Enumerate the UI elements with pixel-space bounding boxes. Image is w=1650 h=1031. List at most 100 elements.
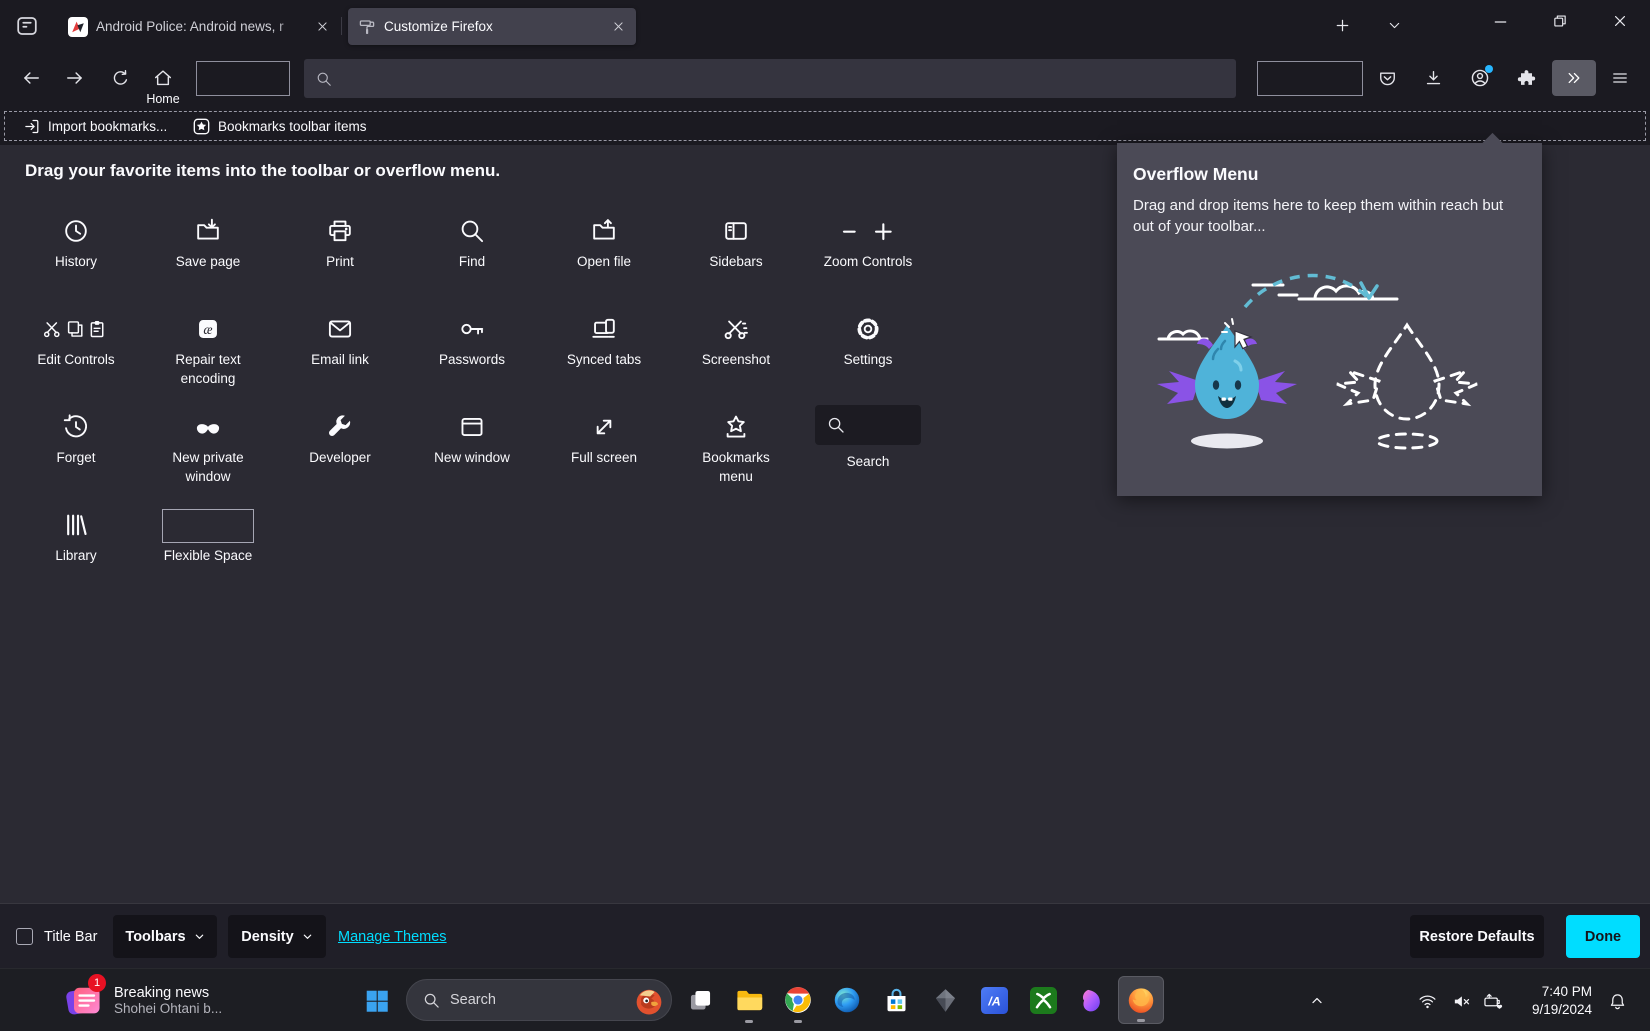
tray-time: 7:40 PM bbox=[1512, 983, 1592, 1001]
tab-bar: Android Police: Android news, r Customiz… bbox=[0, 0, 1650, 52]
tab-close-icon[interactable] bbox=[608, 17, 628, 37]
taskbar-app-edge[interactable] bbox=[824, 976, 870, 1024]
tray-chevron-button[interactable] bbox=[1300, 985, 1334, 1017]
customize-item-full-screen[interactable]: Full screen bbox=[538, 401, 670, 499]
customize-item-new-private-window[interactable]: New private window bbox=[142, 401, 274, 499]
customize-item-email-link[interactable]: Email link bbox=[274, 303, 406, 401]
done-button[interactable]: Done bbox=[1566, 915, 1640, 958]
taskbar-app-task-view[interactable] bbox=[677, 976, 723, 1024]
customize-item-bookmarks-menu[interactable]: Bookmarks menu bbox=[670, 401, 802, 499]
customize-item-label: Developer bbox=[309, 449, 371, 468]
import-bookmarks-label: Import bookmarks... bbox=[48, 119, 167, 134]
search-box[interactable] bbox=[815, 405, 921, 445]
customize-item-sidebars[interactable]: Sidebars bbox=[670, 205, 802, 303]
manage-themes-link[interactable]: Manage Themes bbox=[338, 929, 447, 945]
title-bar-checkbox[interactable] bbox=[16, 928, 33, 945]
pocket-button[interactable] bbox=[1369, 60, 1405, 96]
taskbar-app-firefox[interactable] bbox=[1118, 976, 1164, 1024]
firefox-view-button[interactable] bbox=[10, 10, 44, 42]
download-icon bbox=[1424, 69, 1443, 88]
bookmarks-toolbar-items-button[interactable]: Bookmarks toolbar items bbox=[186, 114, 373, 138]
home-button[interactable] bbox=[145, 60, 181, 96]
restore-icon bbox=[1552, 13, 1568, 29]
customize-item-edit-controls[interactable]: Edit Controls bbox=[10, 303, 142, 401]
news-widget-icon: 1 bbox=[64, 980, 104, 1020]
customize-item-search[interactable]: Search bbox=[802, 401, 934, 499]
tab-customize-firefox[interactable]: Customize Firefox bbox=[348, 8, 636, 45]
account-button[interactable] bbox=[1462, 60, 1498, 96]
new-tab-button[interactable] bbox=[1322, 8, 1362, 42]
flexible-space[interactable] bbox=[1257, 61, 1363, 96]
customize-item-find[interactable]: Find bbox=[406, 205, 538, 303]
tray-volume-muted-button[interactable] bbox=[1444, 985, 1478, 1017]
forward-button[interactable] bbox=[57, 60, 93, 96]
tab-title: Customize Firefox bbox=[384, 19, 600, 34]
downloads-button[interactable] bbox=[1415, 60, 1451, 96]
customize-item-developer[interactable]: Developer bbox=[274, 401, 406, 499]
search-icon bbox=[827, 416, 845, 434]
back-button[interactable] bbox=[13, 60, 49, 96]
tray-notifications-button[interactable] bbox=[1600, 985, 1634, 1017]
extensions-button[interactable] bbox=[1508, 60, 1544, 96]
customize-item-save-page[interactable]: Save page bbox=[142, 205, 274, 303]
customize-item-zoom-controls[interactable]: Zoom Controls bbox=[802, 205, 934, 303]
tray-battery-saver-button[interactable] bbox=[1476, 985, 1510, 1017]
widgets-button[interactable]: 1 Breaking news Shohei Ohtani b... bbox=[58, 979, 228, 1021]
library-icon bbox=[63, 507, 89, 543]
customize-item-library[interactable]: Library bbox=[10, 499, 142, 597]
open-file-icon bbox=[591, 213, 617, 249]
customize-items-grid: HistorySave pagePrintFindOpen fileSideba… bbox=[10, 205, 934, 597]
taskbar-app-microsoft-store[interactable] bbox=[873, 976, 919, 1024]
tab-android-police[interactable]: Android Police: Android news, r bbox=[58, 8, 340, 45]
tab-close-icon[interactable] bbox=[312, 17, 332, 37]
close-icon bbox=[1612, 13, 1628, 29]
customize-item-label: Zoom Controls bbox=[824, 253, 913, 272]
list-all-tabs-button[interactable] bbox=[1374, 8, 1414, 42]
tray-clock[interactable]: 7:40 PM 9/19/2024 bbox=[1506, 982, 1598, 1020]
taskbar-app-chrome[interactable] bbox=[775, 976, 821, 1024]
tray-network-button[interactable] bbox=[1410, 985, 1444, 1017]
windows-logo-icon bbox=[364, 988, 390, 1014]
customize-item-forget[interactable]: Forget bbox=[10, 401, 142, 499]
customize-item-settings[interactable]: Settings bbox=[802, 303, 934, 401]
taskbar-app-file-explorer[interactable] bbox=[726, 976, 772, 1024]
address-bar[interactable] bbox=[304, 59, 1236, 98]
customize-item-history[interactable]: History bbox=[10, 205, 142, 303]
passwords-icon bbox=[459, 311, 485, 347]
customize-item-repair-text-encoding[interactable]: æRepair text encoding bbox=[142, 303, 274, 401]
customize-item-screenshot[interactable]: Screenshot bbox=[670, 303, 802, 401]
customize-item-new-window[interactable]: New window bbox=[406, 401, 538, 499]
overflow-menu-button[interactable] bbox=[1552, 60, 1596, 96]
flexible-space[interactable] bbox=[196, 61, 290, 96]
customize-item-synced-tabs[interactable]: Synced tabs bbox=[538, 303, 670, 401]
customize-item-open-file[interactable]: Open file bbox=[538, 205, 670, 303]
developer-icon bbox=[327, 409, 353, 445]
chevron-up-icon bbox=[1309, 993, 1325, 1009]
hamburger-menu-icon bbox=[1611, 69, 1629, 87]
volume-muted-icon bbox=[1452, 992, 1471, 1011]
toolbars-dropdown[interactable]: Toolbars bbox=[113, 915, 217, 958]
window-restore-button[interactable] bbox=[1537, 0, 1583, 42]
customize-item-print[interactable]: Print bbox=[274, 205, 406, 303]
puzzle-icon bbox=[1517, 69, 1536, 88]
window-minimize-button[interactable] bbox=[1477, 0, 1523, 42]
window-close-button[interactable] bbox=[1597, 0, 1643, 42]
taskbar-app-xbox[interactable] bbox=[1020, 976, 1066, 1024]
app-menu-button[interactable] bbox=[1602, 60, 1638, 96]
flexible-space-box bbox=[162, 509, 254, 543]
bookmarks-menu-icon bbox=[723, 409, 749, 445]
customize-item-passwords[interactable]: Passwords bbox=[406, 303, 538, 401]
restore-defaults-button[interactable]: Restore Defaults bbox=[1410, 915, 1544, 958]
taskbar-app-app-designer[interactable] bbox=[1069, 976, 1115, 1024]
density-dropdown[interactable]: Density bbox=[228, 915, 326, 958]
taskbar-search-box[interactable]: Search bbox=[406, 979, 672, 1021]
title-bar-label: Title Bar bbox=[44, 929, 97, 945]
taskbar-app-app-ia[interactable]: /A bbox=[971, 976, 1017, 1024]
sidebars-icon bbox=[723, 213, 749, 249]
start-button[interactable] bbox=[362, 986, 392, 1016]
import-bookmarks-button[interactable]: Import bookmarks... bbox=[18, 114, 173, 138]
taskbar-app-app-gem[interactable] bbox=[922, 976, 968, 1024]
customize-item-flexible-space[interactable]: Flexible Space bbox=[142, 499, 274, 597]
reload-button[interactable] bbox=[102, 60, 138, 96]
settings-icon bbox=[855, 311, 881, 347]
